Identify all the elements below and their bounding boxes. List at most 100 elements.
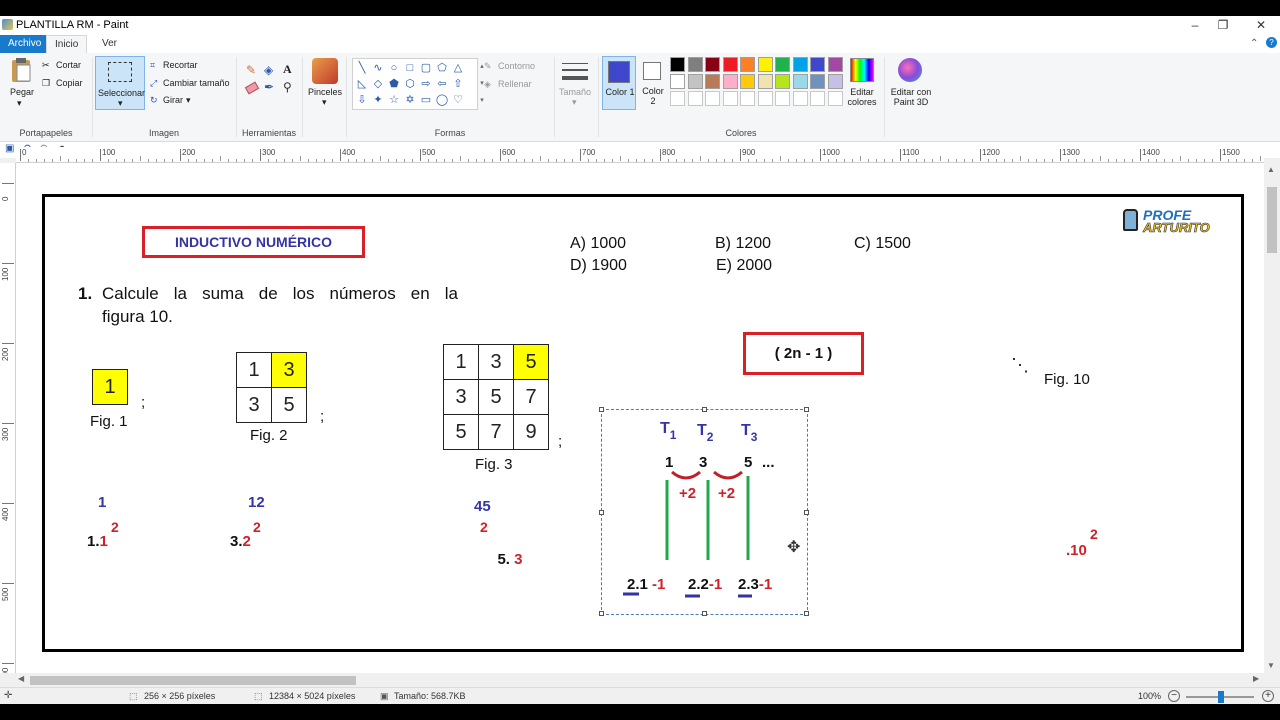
rectangle-shape-icon[interactable]: □ [403,61,417,75]
paste-dropdown-icon[interactable]: ▾ [17,98,22,109]
shapes-gallery[interactable]: ╲ ∿ ○ □ ▢ ⬠ △ ◺ ◇ ⬟ ⬡ ⇨ ⇦ ⇧ ⇩ ✦ ☆ ✡ ▭ ◯ … [352,58,478,110]
outline-button[interactable]: Contorno [498,61,535,71]
paint3d-button[interactable]: Editar con Paint 3D [888,87,934,107]
resize-handle[interactable] [702,407,707,412]
help-icon[interactable]: ? [1266,37,1277,48]
rounded-rect-shape-icon[interactable]: ▢ [419,61,433,75]
select-button[interactable]: Seleccionar ▾ [95,56,145,110]
maximize-button[interactable]: ❐ [1206,16,1240,35]
four-point-star-shape-icon[interactable]: ✦ [371,93,385,107]
paint-app-icon[interactable] [2,19,13,30]
size-dropdown-icon[interactable]: ▾ [572,97,577,108]
horizontal-scrollbar[interactable]: ◀ ▶ [16,673,1264,687]
zoom-out-icon[interactable]: − [1168,690,1180,702]
cut-button[interactable]: Cortar [56,60,81,70]
scroll-up-icon[interactable]: ▲ [1267,165,1275,174]
tab-file[interactable]: Archivo [0,35,50,53]
heart-shape-icon[interactable]: ♡ [451,93,465,107]
palette-color-swatch[interactable] [775,57,790,72]
palette-color-swatch[interactable] [705,74,720,89]
right-triangle-shape-icon[interactable]: ◺ [355,77,369,91]
save-icon[interactable]: ▣ [5,143,14,154]
fill-bucket-icon[interactable]: ◈ [264,63,273,77]
up-arrow-shape-icon[interactable]: ⇧ [451,77,465,91]
text-tool-icon[interactable]: A [283,62,292,77]
line-shape-icon[interactable]: ╲ [355,61,369,75]
palette-color-swatch[interactable] [827,74,843,89]
custom-color-slot[interactable] [705,91,720,106]
collapse-ribbon-icon[interactable]: ⌃ [1250,38,1258,49]
brushes-dropdown-icon[interactable]: ▾ [322,97,327,108]
scroll-left-icon[interactable]: ◀ [18,674,24,683]
diamond-shape-icon[interactable]: ◇ [371,77,385,91]
custom-color-slot[interactable] [740,91,755,106]
custom-color-slot[interactable] [775,91,790,106]
zoom-in-icon[interactable]: + [1262,690,1274,702]
palette-color-swatch[interactable] [670,74,685,89]
custom-color-slot[interactable] [722,91,738,106]
selection-rectangle[interactable]: T1 T2 T3 1 3 5 ... +2 +2 2.1 -1 2.2-1 2.… [599,407,809,616]
hexagon-shape-icon[interactable]: ⬡ [403,77,417,91]
pencil-icon[interactable]: ✎ [246,63,256,77]
palette-color-swatch[interactable] [775,74,790,89]
palette-color-swatch[interactable] [757,74,773,89]
right-arrow-shape-icon[interactable]: ⇨ [419,77,433,91]
palette-color-swatch[interactable] [792,74,808,89]
resize-handle[interactable] [804,407,809,412]
custom-color-slot[interactable] [670,91,685,106]
eraser-icon[interactable] [244,81,260,95]
palette-color-swatch[interactable] [740,74,755,89]
color-picker-icon[interactable]: ✒ [264,80,274,94]
fill-button[interactable]: Rellenar [498,79,532,89]
palette-color-swatch[interactable] [827,57,843,72]
size-button[interactable]: Tamaño [559,87,591,97]
edit-colors-button[interactable]: Editar colores [846,87,878,107]
polygon-shape-icon[interactable]: ⬠ [435,61,449,75]
curve-shape-icon[interactable]: ∿ [371,61,385,75]
rotate-button[interactable]: Girar [163,95,183,105]
resize-handle[interactable] [804,611,809,616]
canvas-area[interactable]: INDUCTIVO NUMÉRICO PROFE ARTURITO 1. Cal… [16,163,1264,673]
resize-button[interactable]: Cambiar tamaño [163,78,230,88]
paint3d-icon[interactable] [898,58,922,82]
triangle-shape-icon[interactable]: △ [451,61,465,75]
resize-handle[interactable] [599,407,604,412]
oval-shape-icon[interactable]: ○ [387,61,401,75]
palette-color-swatch[interactable] [705,57,720,72]
six-point-star-shape-icon[interactable]: ✡ [403,93,417,107]
palette-color-swatch[interactable] [722,57,738,72]
custom-color-slot[interactable] [687,91,703,106]
resize-handle[interactable] [804,510,809,515]
brushes-icon[interactable] [312,58,338,84]
vertical-scroll-thumb[interactable] [1267,187,1277,253]
crop-button[interactable]: Recortar [163,60,198,70]
paste-icon[interactable] [8,57,34,83]
palette-color-swatch[interactable] [740,57,755,72]
tab-view[interactable]: Ver [94,35,125,53]
palette-color-swatch[interactable] [810,57,825,72]
palette-color-swatch[interactable] [687,74,703,89]
drawing-canvas[interactable]: INDUCTIVO NUMÉRICO PROFE ARTURITO 1. Cal… [16,163,1264,673]
close-button[interactable]: ✕ [1244,16,1278,35]
palette-color-swatch[interactable] [757,57,773,72]
left-arrow-shape-icon[interactable]: ⇦ [435,77,449,91]
edit-colors-icon[interactable] [850,58,874,82]
down-arrow-shape-icon[interactable]: ⇩ [355,93,369,107]
vertical-scrollbar[interactable]: ▲ ▼ [1264,163,1280,673]
size-icon[interactable] [562,61,588,83]
paste-button[interactable]: Pegar [10,87,34,97]
palette-color-swatch[interactable] [687,57,703,72]
scroll-down-icon[interactable]: ▼ [1267,661,1275,670]
copy-button[interactable]: Copiar [56,78,83,88]
color1-button[interactable]: Color 1 [602,56,636,110]
custom-color-slot[interactable] [792,91,808,106]
resize-handle[interactable] [702,611,707,616]
custom-color-slot[interactable] [757,91,773,106]
palette-color-swatch[interactable] [810,74,825,89]
zoom-slider-thumb[interactable] [1218,691,1224,703]
palette-color-swatch[interactable] [722,74,738,89]
pentagon-shape-icon[interactable]: ⬟ [387,77,401,91]
resize-handle[interactable] [599,611,604,616]
custom-color-slot[interactable] [810,91,825,106]
callout-rect-shape-icon[interactable]: ▭ [419,93,433,107]
